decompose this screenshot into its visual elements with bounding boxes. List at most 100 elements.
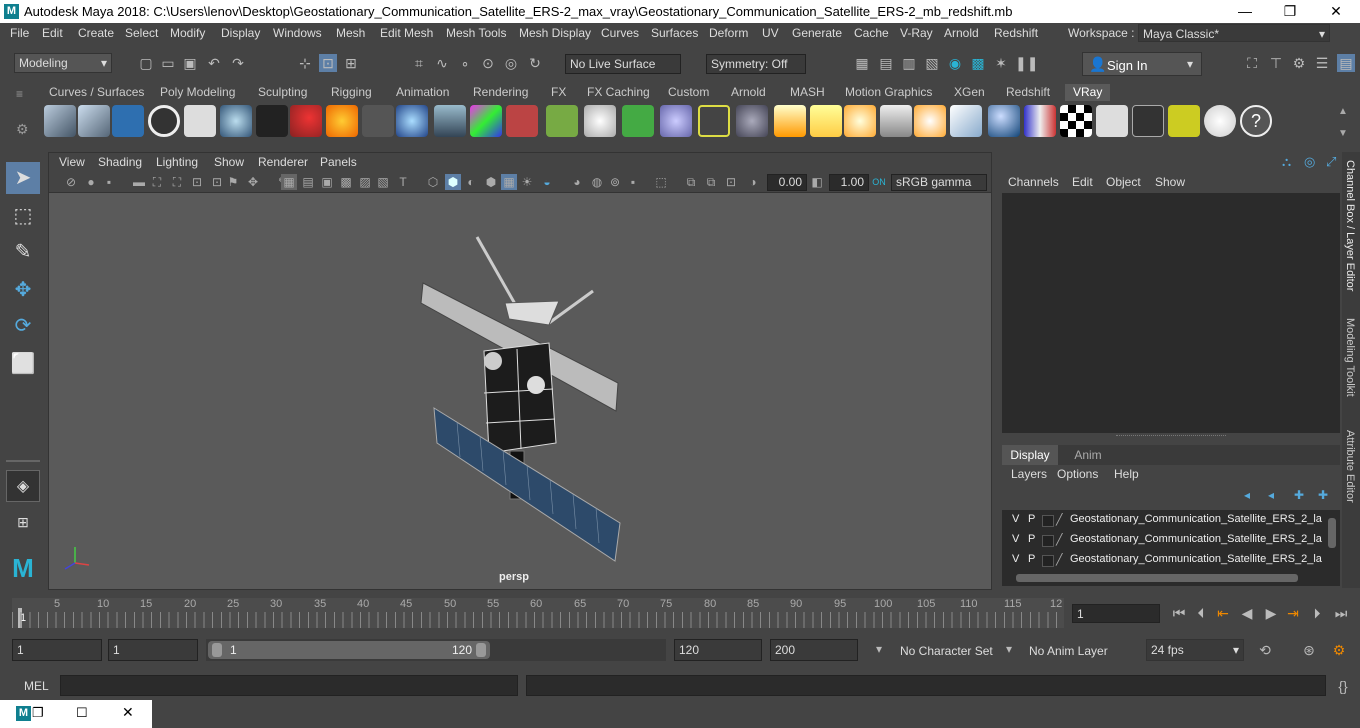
- tab-display[interactable]: Display: [1002, 445, 1058, 465]
- menu-generate[interactable]: Generate: [792, 26, 842, 40]
- vray-render-elements-icon[interactable]: [1096, 105, 1128, 137]
- menu-uv[interactable]: UV: [762, 26, 779, 40]
- shelf-tab-poly-modeling[interactable]: Poly Modeling: [160, 85, 235, 99]
- channels-menu[interactable]: Channels: [1008, 175, 1059, 189]
- wireframe-on-shaded-icon[interactable]: ◐: [463, 174, 479, 190]
- layer-display-type-box[interactable]: [1042, 555, 1054, 567]
- layer-row[interactable]: V P ╱ Geostationary_Communication_Satell…: [1008, 533, 1328, 552]
- snap-grid-icon[interactable]: ⌗: [410, 54, 428, 72]
- live-surface-field[interactable]: No Live Surface: [565, 54, 681, 74]
- render-settings-icon[interactable]: ▧: [923, 54, 941, 72]
- side-tab-channel-box[interactable]: Channel Box / Layer Editor: [1344, 160, 1356, 291]
- scale-tool-icon[interactable]: ⬜: [6, 348, 40, 380]
- heads-up-display-icon[interactable]: ▤: [300, 174, 316, 190]
- side-tab-attribute-editor[interactable]: Attribute Editor: [1344, 430, 1356, 503]
- vray-mesh-icon[interactable]: [362, 105, 394, 137]
- command-language-label[interactable]: MEL: [24, 679, 49, 693]
- undo-icon[interactable]: ↶: [205, 54, 223, 72]
- wireframe-icon[interactable]: ⬡: [425, 174, 441, 190]
- menu-mesh-tools[interactable]: Mesh Tools: [446, 26, 506, 40]
- layer-name[interactable]: Geostationary_Communication_Satellite_ER…: [1070, 533, 1322, 545]
- shelf-scroll-down-icon[interactable]: ▼: [1338, 128, 1348, 139]
- close-button[interactable]: ✕: [1313, 0, 1359, 23]
- xray-components-icon[interactable]: ▧: [375, 174, 391, 190]
- step-back-key-icon[interactable]: ⇤: [1214, 604, 1232, 622]
- vray-logo-icon[interactable]: [148, 105, 180, 137]
- shelf-tab-motion-graphics[interactable]: Motion Graphics: [845, 85, 932, 99]
- shelf-tab-rendering[interactable]: Rendering: [473, 85, 528, 99]
- go-to-start-icon[interactable]: ⏮: [1170, 604, 1188, 622]
- exposure-field[interactable]: 0.00: [767, 174, 807, 191]
- viewport-scene[interactable]: [49, 193, 991, 589]
- menu-mesh[interactable]: Mesh: [336, 26, 365, 40]
- vray-dome-light-icon[interactable]: [220, 105, 252, 137]
- shelf-tab-curves-surfaces[interactable]: Curves / Surfaces: [49, 85, 144, 99]
- single-perspective-view-icon[interactable]: ◈: [6, 470, 40, 502]
- select-tool-icon[interactable]: ➤: [6, 162, 40, 194]
- viewport-menu-shading[interactable]: Shading: [98, 155, 142, 169]
- shelf-tab-xgen[interactable]: XGen: [954, 85, 985, 99]
- sign-in-button[interactable]: 👤 Sign In ▾: [1082, 52, 1202, 76]
- mode-dropdown[interactable]: Modeling ▾: [14, 53, 112, 73]
- time-slider[interactable]: 1 5 10 15 20 25 30 35 40 45 50 55 60 65 …: [0, 596, 1360, 630]
- help-menu[interactable]: Help: [1114, 467, 1139, 481]
- vray-sphere-icon[interactable]: [396, 105, 428, 137]
- pause-icon[interactable]: ❚❚: [1015, 54, 1038, 72]
- menu-display[interactable]: Display: [221, 26, 260, 40]
- vray-ball-icon[interactable]: [736, 105, 768, 137]
- ipr-render-icon[interactable]: ▥: [900, 54, 918, 72]
- tab-anim[interactable]: Anim: [1064, 445, 1112, 465]
- channel-box-show-menu[interactable]: Show: [1155, 175, 1185, 189]
- backface-culling-icon[interactable]: ⧉: [703, 174, 719, 190]
- shelf-tab-fx-caching[interactable]: FX Caching: [587, 85, 650, 99]
- menu-edit[interactable]: Edit: [42, 26, 63, 40]
- new-empty-layer-icon[interactable]: ✚: [1294, 488, 1304, 502]
- viewport-menu-view[interactable]: View: [59, 155, 85, 169]
- film-gate-icon[interactable]: ▬: [131, 174, 147, 190]
- image-plane-icon[interactable]: ▪: [101, 174, 117, 190]
- channel-box-list[interactable]: [1002, 193, 1340, 433]
- bookmark-icon[interactable]: ●: [83, 174, 99, 190]
- snap-curve-icon[interactable]: ∿: [433, 54, 451, 72]
- range-end-grip[interactable]: [476, 643, 486, 657]
- vray-ies-light-icon[interactable]: [880, 105, 912, 137]
- pan-zoom-icon[interactable]: ✥: [245, 174, 261, 190]
- panel-splitter[interactable]: [1116, 435, 1226, 437]
- move-layer-up-icon[interactable]: ◂: [1244, 488, 1250, 502]
- save-scene-icon[interactable]: ▣: [181, 54, 199, 72]
- vray-frame-buffer-icon[interactable]: [112, 105, 144, 137]
- minimized-window[interactable]: M ❐ ☐ ✕: [0, 700, 152, 728]
- grid-icon[interactable]: ▦: [281, 174, 297, 190]
- layer-row[interactable]: V P ╱ Geostationary_Communication_Satell…: [1008, 513, 1328, 532]
- ao-icon[interactable]: ⊡: [723, 174, 739, 190]
- satellite-model[interactable]: [420, 236, 621, 562]
- layer-color-icon[interactable]: ╱: [1056, 533, 1063, 546]
- viewport-panel[interactable]: View Shading Lighting Show Renderer Pane…: [48, 152, 992, 590]
- menu-surfaces[interactable]: Surfaces: [651, 26, 698, 40]
- menu-redshift[interactable]: Redshift: [994, 26, 1038, 40]
- color-management-icon[interactable]: ON: [871, 174, 887, 190]
- isolate-select-icon[interactable]: ▣: [319, 174, 335, 190]
- attribute-editor-icon[interactable]: ⊤: [1267, 54, 1285, 72]
- snap-point-icon[interactable]: ∘: [456, 54, 474, 72]
- animation-preferences-icon[interactable]: ⚙: [1330, 641, 1348, 659]
- layer-editor-toggle-icon[interactable]: ◎: [1304, 154, 1315, 170]
- shelf-tab-rigging[interactable]: Rigging: [331, 85, 372, 99]
- layer-visibility-toggle[interactable]: V: [1012, 553, 1019, 565]
- menu-deform[interactable]: Deform: [709, 26, 748, 40]
- shelf-tab-mash[interactable]: MASH: [790, 85, 825, 99]
- range-slider-handle[interactable]: 1 120: [208, 641, 490, 659]
- shelf-tab-arnold[interactable]: Arnold: [731, 85, 766, 99]
- step-forward-frame-icon[interactable]: ⏵: [1308, 604, 1326, 622]
- layer-color-icon[interactable]: ╱: [1056, 513, 1063, 526]
- script-editor-icon[interactable]: {}: [1334, 677, 1352, 695]
- move-tool-icon[interactable]: ✥: [6, 274, 40, 306]
- open-scene-icon[interactable]: ▭: [159, 54, 177, 72]
- new-layer-selected-icon[interactable]: ✚: [1318, 488, 1328, 502]
- vray-globe-icon[interactable]: [584, 105, 616, 137]
- select-object-icon[interactable]: ⊡: [319, 54, 337, 72]
- vray-rect-light-icon[interactable]: [78, 105, 110, 137]
- layer-list-horizontal-scrollbar[interactable]: [1016, 574, 1298, 582]
- chevron-down-icon[interactable]: ▾: [876, 642, 882, 656]
- vray-fire-icon[interactable]: [326, 105, 358, 137]
